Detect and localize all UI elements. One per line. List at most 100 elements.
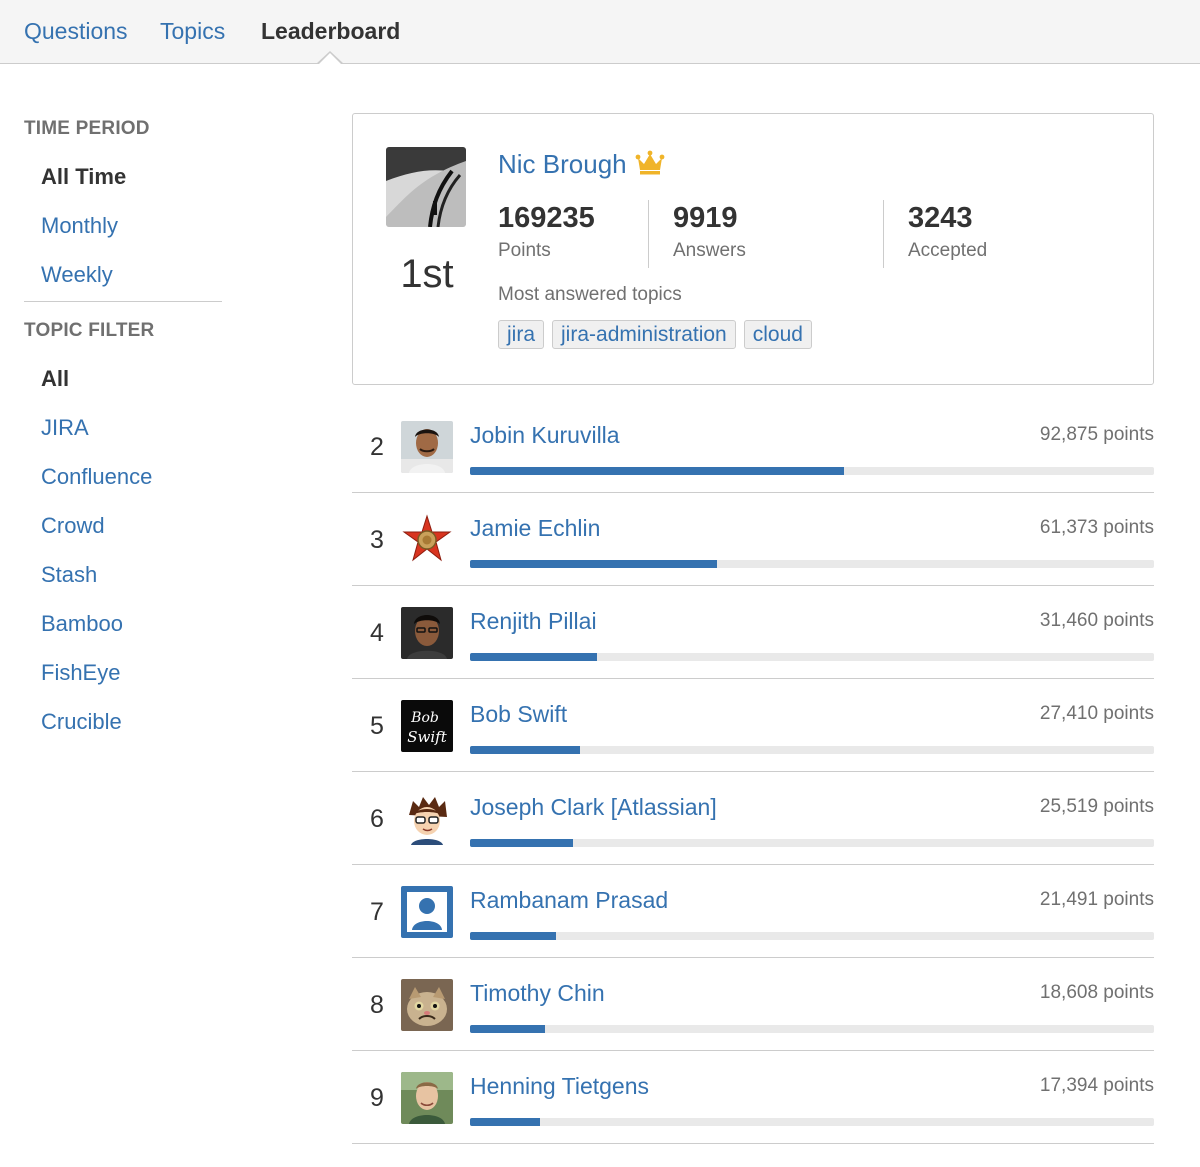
points-bar-fill bbox=[470, 560, 717, 568]
topic-filter-jira[interactable]: JIRA bbox=[24, 403, 222, 452]
stat-separator bbox=[648, 200, 649, 268]
sidebar: TIME PERIOD All Time Monthly Weekly TOPI… bbox=[24, 112, 222, 746]
stat-accepted-label: Accepted bbox=[908, 240, 988, 261]
topic-tag-jira[interactable]: jira bbox=[498, 320, 545, 349]
time-period-all-time[interactable]: All Time bbox=[24, 152, 222, 201]
points-bar-fill bbox=[470, 467, 844, 475]
user-name-link[interactable]: Timothy Chin bbox=[470, 978, 605, 1008]
active-tab-caret-inner bbox=[318, 53, 342, 65]
user-name-link[interactable]: Jobin Kuruvilla bbox=[470, 420, 620, 450]
avatar[interactable] bbox=[401, 1072, 453, 1124]
stat-separator bbox=[883, 200, 884, 268]
topic-tag-cloud[interactable]: cloud bbox=[743, 320, 812, 349]
avatar-text: Bob bbox=[410, 710, 439, 726]
avatar[interactable] bbox=[401, 421, 453, 473]
avatar[interactable] bbox=[401, 514, 453, 566]
points-bar-fill bbox=[470, 1118, 540, 1126]
topic-tag-jira-administration[interactable]: jira-administration bbox=[552, 320, 736, 349]
user-name-link[interactable]: Henning Tietgens bbox=[470, 1071, 649, 1101]
stat-points-value: 169235 bbox=[498, 202, 595, 234]
crown-icon bbox=[635, 150, 665, 176]
avatar[interactable] bbox=[401, 979, 453, 1031]
points-bar bbox=[470, 653, 1154, 661]
points-label: 21,491 points bbox=[1039, 889, 1154, 910]
default-user-icon[interactable] bbox=[401, 886, 453, 938]
stat-answers-value: 9919 bbox=[673, 202, 738, 234]
points-bar bbox=[470, 1025, 1154, 1033]
avatar[interactable] bbox=[401, 607, 453, 659]
tab-leaderboard[interactable]: Leaderboard bbox=[261, 17, 400, 45]
points-bar-fill bbox=[470, 932, 557, 940]
points-bar bbox=[470, 1118, 1154, 1126]
rank-number: 4 bbox=[370, 619, 384, 647]
rank-number: 3 bbox=[370, 526, 384, 554]
rank-number: 6 bbox=[370, 805, 384, 833]
time-period-monthly[interactable]: Monthly bbox=[24, 201, 222, 250]
rank-number: 7 bbox=[370, 898, 384, 926]
table-row: 6 Joseph Clark [Atlassian] 25,519 points bbox=[352, 772, 1154, 865]
leaderboard-list: 2 Jobin Kuruvilla 92,875 points 3 Jamie … bbox=[352, 400, 1154, 1144]
table-row: 9 Henning Tietgens 17,394 points bbox=[352, 1051, 1154, 1144]
leader-card: 1st Nic Brough 169235 Points 9919 Answer… bbox=[352, 113, 1154, 385]
leader-rank: 1st bbox=[400, 252, 454, 296]
points-bar-fill bbox=[470, 839, 573, 847]
points-label: 27,410 points bbox=[1039, 703, 1154, 724]
table-row: 5 Bob Swift Bob Swift 27,410 points bbox=[352, 679, 1154, 772]
user-name-link[interactable]: Joseph Clark [Atlassian] bbox=[470, 792, 717, 822]
user-name-link[interactable]: Bob Swift bbox=[470, 699, 567, 729]
rank-number: 8 bbox=[370, 991, 384, 1019]
points-bar bbox=[470, 932, 1154, 940]
leader-name[interactable]: Nic Brough bbox=[498, 147, 627, 181]
time-period-weekly[interactable]: Weekly bbox=[24, 250, 222, 299]
rank-number: 9 bbox=[370, 1084, 384, 1112]
time-period-heading: TIME PERIOD bbox=[24, 118, 150, 139]
points-label: 61,373 points bbox=[1039, 517, 1154, 538]
points-bar bbox=[470, 839, 1154, 847]
sidebar-divider bbox=[24, 301, 222, 302]
points-bar bbox=[470, 746, 1154, 754]
points-label: 18,608 points bbox=[1039, 982, 1154, 1003]
avatar[interactable] bbox=[401, 793, 453, 845]
topic-filter-fisheye[interactable]: FishEye bbox=[24, 648, 222, 697]
tab-questions[interactable]: Questions bbox=[24, 17, 128, 45]
stat-answers: 9919 Answers bbox=[673, 200, 746, 266]
avatar[interactable]: Bob Swift bbox=[401, 700, 453, 752]
topic-filter-crucible[interactable]: Crucible bbox=[24, 697, 222, 746]
topic-filter-heading: TOPIC FILTER bbox=[24, 320, 155, 341]
topic-filter-list: All JIRA Confluence Crowd Stash Bamboo F… bbox=[24, 354, 222, 746]
top-nav: Questions Topics Leaderboard bbox=[0, 0, 1200, 65]
stat-accepted-value: 3243 bbox=[908, 202, 973, 234]
table-row: 7 Rambanam Prasad 21,491 points bbox=[352, 865, 1154, 958]
stat-points: 169235 Points bbox=[498, 200, 595, 266]
points-bar-fill bbox=[470, 653, 597, 661]
stat-accepted: 3243 Accepted bbox=[908, 200, 987, 266]
topic-filter-stash[interactable]: Stash bbox=[24, 550, 222, 599]
stat-points-label: Points bbox=[498, 240, 551, 261]
topic-filter-bamboo[interactable]: Bamboo bbox=[24, 599, 222, 648]
tab-topics[interactable]: Topics bbox=[160, 17, 225, 45]
points-label: 25,519 points bbox=[1039, 796, 1154, 817]
table-row: 3 Jamie Echlin 61,373 points bbox=[352, 493, 1154, 586]
points-label: 31,460 points bbox=[1039, 610, 1154, 631]
avatar-text: Swift bbox=[407, 728, 447, 746]
table-row: 8 Timothy Chin 18,608 points bbox=[352, 958, 1154, 1051]
rank-number: 5 bbox=[370, 712, 384, 740]
user-name-link[interactable]: Rambanam Prasad bbox=[470, 885, 668, 915]
points-bar-fill bbox=[470, 1025, 545, 1033]
topic-tags: jira jira-administration cloud bbox=[498, 320, 812, 349]
time-period-list: All Time Monthly Weekly bbox=[24, 152, 222, 299]
points-bar bbox=[470, 467, 1154, 475]
rank-number: 2 bbox=[370, 433, 384, 461]
points-bar-fill bbox=[470, 746, 581, 754]
leader-avatar[interactable] bbox=[386, 147, 466, 227]
points-label: 92,875 points bbox=[1039, 424, 1154, 445]
user-name-link[interactable]: Jamie Echlin bbox=[470, 513, 600, 543]
topic-filter-confluence[interactable]: Confluence bbox=[24, 452, 222, 501]
topic-filter-crowd[interactable]: Crowd bbox=[24, 501, 222, 550]
most-answered-topics-label: Most answered topics bbox=[498, 284, 682, 305]
user-name-link[interactable]: Renjith Pillai bbox=[470, 606, 597, 636]
stat-answers-label: Answers bbox=[673, 240, 746, 261]
topic-filter-all[interactable]: All bbox=[24, 354, 222, 403]
table-row: 2 Jobin Kuruvilla 92,875 points bbox=[352, 400, 1154, 493]
table-row: 4 Renjith Pillai 31,460 points bbox=[352, 586, 1154, 679]
